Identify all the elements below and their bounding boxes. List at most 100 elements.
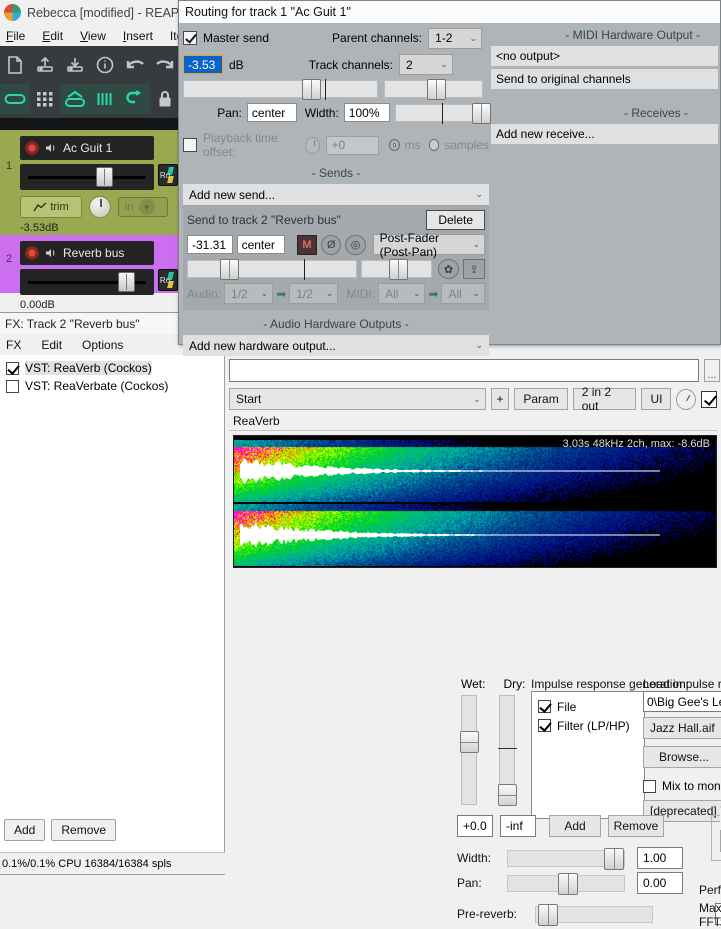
- list-item[interactable]: Filter (LP/HP): [538, 716, 644, 735]
- auto-crossfade-icon[interactable]: [60, 84, 90, 114]
- menu-view[interactable]: View: [80, 29, 106, 43]
- width-slider-knob[interactable]: [604, 848, 624, 870]
- mono-icon[interactable]: ◎: [345, 235, 365, 255]
- fx-menu-fx[interactable]: FX: [6, 338, 21, 352]
- width-knob[interactable]: [472, 103, 491, 124]
- send-automation-icon[interactable]: ⇪: [463, 259, 485, 279]
- new-file-icon[interactable]: [0, 50, 30, 80]
- pan-value-input[interactable]: 0.00: [637, 872, 683, 894]
- fx-chain-list[interactable]: VST: ReaVerb (Cockos) VST: ReaVerbate (C…: [0, 355, 225, 875]
- offset-knob-icon[interactable]: [305, 137, 320, 154]
- track-volume-slider[interactable]: [183, 80, 378, 98]
- dry-slider-knob[interactable]: [498, 784, 517, 806]
- impulse-file-select[interactable]: Jazz Hall.aif ⌄: [643, 717, 721, 739]
- send-volume-slider[interactable]: [187, 260, 357, 278]
- width-input[interactable]: 100%: [344, 103, 390, 122]
- fx-menu-edit[interactable]: Edit: [41, 338, 62, 352]
- prereverb-slider-knob[interactable]: [538, 904, 558, 926]
- delta-solo-icon[interactable]: [676, 389, 696, 410]
- speaker-icon[interactable]: [45, 247, 58, 259]
- list-item[interactable]: VST: ReaVerbate (Cockos): [4, 377, 224, 395]
- wet-value-input[interactable]: +0.0: [457, 815, 493, 837]
- fx-enable-checkbox[interactable]: [6, 362, 19, 375]
- link-icon[interactable]: [0, 84, 30, 114]
- fader-knob[interactable]: [118, 272, 135, 292]
- playback-offset-checkbox[interactable]: [183, 138, 197, 152]
- undo-icon[interactable]: [120, 50, 150, 80]
- width-slider[interactable]: [507, 850, 625, 867]
- record-arm-icon[interactable]: [24, 245, 40, 261]
- track-volume-knob[interactable]: [302, 79, 321, 100]
- param-button[interactable]: Param: [514, 388, 567, 410]
- routing-button[interactable]: Ro: [158, 164, 178, 186]
- trim-button[interactable]: trim: [20, 196, 82, 218]
- send-pan-input[interactable]: center: [237, 235, 285, 254]
- send-audio-dst-select[interactable]: 1/2 ⌄: [289, 283, 338, 304]
- send-midi-dst-select[interactable]: All ⌄: [441, 283, 485, 304]
- chevron-down-icon[interactable]: ▼: [139, 199, 155, 215]
- wet-slider-knob[interactable]: [460, 731, 479, 753]
- track-name-field[interactable]: Reverb bus: [20, 241, 154, 265]
- send-midi-src-select[interactable]: All ⌄: [378, 283, 425, 304]
- mix-to-mono-checkbox[interactable]: [643, 780, 656, 793]
- list-item[interactable]: File: [538, 697, 644, 716]
- volume-fader[interactable]: [20, 269, 154, 295]
- track-row[interactable]: 1 Ac Guit 1 Ro trim in ▼ -3.53dB: [0, 130, 180, 235]
- pan-input[interactable]: center: [247, 103, 297, 122]
- info-icon[interactable]: [90, 50, 120, 80]
- add-new-send-dropdown[interactable]: Add new send... ⌄: [183, 184, 489, 205]
- menu-insert[interactable]: Insert: [123, 29, 153, 43]
- add-preset-button[interactable]: +: [491, 388, 510, 410]
- import-icon[interactable]: [30, 50, 60, 80]
- add-new-receive-item[interactable]: Add new receive...: [491, 124, 718, 144]
- menu-edit[interactable]: Edit: [42, 29, 63, 43]
- master-send-checkbox[interactable]: [183, 31, 197, 45]
- offset-unit-ms-radio[interactable]: [389, 139, 400, 151]
- send-pan-slider[interactable]: [361, 260, 432, 278]
- midi-no-output-item[interactable]: <no output>: [491, 46, 718, 66]
- send-volume-input[interactable]: -31.31: [187, 235, 233, 254]
- export-icon[interactable]: [60, 50, 90, 80]
- lock-icon[interactable]: [150, 84, 180, 114]
- irgen-module-list[interactable]: File Filter (LP/HP): [531, 691, 645, 819]
- send-mute-button[interactable]: M: [297, 235, 317, 255]
- preset-name-input[interactable]: [229, 359, 699, 382]
- track-pan-slider[interactable]: [384, 80, 483, 98]
- speaker-icon[interactable]: [45, 142, 58, 154]
- send-mode-select[interactable]: Post-Fader (Post-Pan) ⌄: [373, 234, 485, 255]
- parent-channels-select[interactable]: 1-2 ⌄: [428, 28, 482, 49]
- track-pan-knob[interactable]: [427, 79, 446, 100]
- routing-dialog[interactable]: Routing for track 1 "Ac Guit 1" Master s…: [178, 0, 721, 345]
- dry-slider[interactable]: [499, 695, 515, 805]
- grid-icon[interactable]: [30, 84, 60, 114]
- prereverb-slider[interactable]: [535, 906, 653, 923]
- menu-file[interactable]: File: [6, 29, 25, 43]
- routing-button[interactable]: Ro: [158, 269, 178, 291]
- browse-button[interactable]: Browse...: [643, 746, 721, 768]
- snap-icon[interactable]: [90, 84, 120, 114]
- preset-select[interactable]: Start ⌄: [229, 388, 486, 410]
- track-volume-input[interactable]: -3.53: [183, 55, 223, 74]
- ui-button[interactable]: UI: [641, 388, 671, 410]
- irgen-file-checkbox[interactable]: [538, 700, 551, 713]
- phase-invert-icon[interactable]: Ø: [321, 235, 341, 255]
- playback-offset-input[interactable]: +0: [326, 136, 378, 155]
- add-module-button[interactable]: Add: [549, 815, 601, 837]
- impulse-path-input[interactable]: 0\Big Gee's Lexicon 480L Reverb\Big Gee'…: [643, 691, 721, 712]
- pan-slider[interactable]: [507, 875, 625, 892]
- midi-send-original-item[interactable]: Send to original channels: [491, 69, 718, 89]
- impulse-response-spectrogram[interactable]: 3.03s 48kHz 2ch, max: -8.6dB: [233, 435, 717, 568]
- wet-slider[interactable]: [461, 695, 477, 805]
- width-value-input[interactable]: 1.00: [637, 847, 683, 869]
- redo-icon[interactable]: [150, 50, 180, 80]
- mix-to-mono-row[interactable]: Mix to mono: [643, 779, 721, 793]
- track-row[interactable]: 2 Reverb bus Ro 0.00dB: [0, 235, 180, 293]
- preset-more-button[interactable]: ...: [704, 359, 720, 382]
- delete-send-button[interactable]: Delete: [426, 210, 485, 230]
- pan-slider-knob[interactable]: [558, 873, 578, 895]
- volume-fader[interactable]: [20, 164, 154, 190]
- width-slider[interactable]: [395, 104, 489, 122]
- dry-value-input[interactable]: -inf: [500, 815, 536, 837]
- send-volume-knob[interactable]: [220, 259, 239, 280]
- send-pan-knob[interactable]: [389, 259, 408, 280]
